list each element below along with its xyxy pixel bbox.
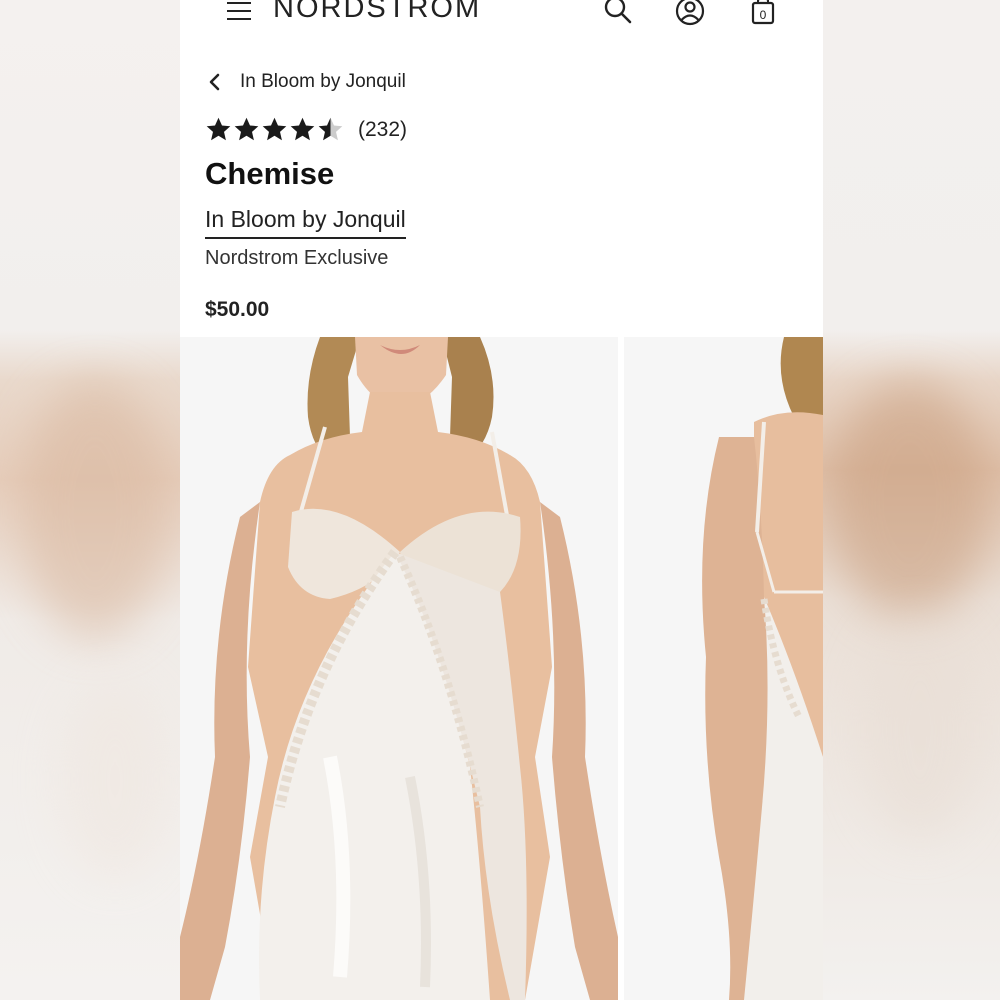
right-backdrop — [820, 0, 1000, 1000]
star-full-icon — [290, 117, 315, 141]
back-breadcrumb[interactable]: In Bloom by Jonquil — [208, 68, 406, 96]
product-rating[interactable]: (232) — [205, 116, 407, 143]
product-image-front[interactable] — [180, 337, 618, 1000]
star-full-icon — [206, 117, 231, 141]
menu-icon[interactable] — [227, 2, 251, 20]
review-count[interactable]: (232) — [358, 118, 407, 142]
product-title: Chemise — [205, 156, 335, 191]
product-image-gallery[interactable] — [180, 337, 823, 1000]
brand-logo[interactable]: NORDSTROM — [273, 0, 481, 25]
bag-icon[interactable]: 0 — [746, 0, 780, 28]
account-icon[interactable] — [673, 0, 707, 28]
star-full-icon — [234, 117, 259, 141]
product-page: NORDSTROM 0 In Bloom by Jonquil (232) Ch… — [180, 0, 823, 1000]
star-half-icon — [318, 117, 343, 141]
chevron-left-icon — [209, 73, 220, 91]
product-image-back[interactable] — [624, 337, 823, 1000]
left-backdrop — [0, 0, 180, 1000]
product-price: $50.00 — [205, 298, 270, 321]
star-full-icon — [262, 117, 287, 141]
brand-link[interactable]: In Bloom by Jonquil — [205, 206, 406, 239]
back-breadcrumb-label: In Bloom by Jonquil — [240, 71, 406, 92]
star-rating — [205, 116, 345, 143]
bag-count: 0 — [760, 8, 767, 22]
back-view-illustration — [624, 337, 823, 1000]
top-navigation-bar: NORDSTROM 0 — [180, 0, 823, 40]
front-view-illustration — [180, 337, 618, 1000]
search-icon[interactable] — [601, 0, 635, 28]
exclusive-label: Nordstrom Exclusive — [205, 247, 389, 269]
